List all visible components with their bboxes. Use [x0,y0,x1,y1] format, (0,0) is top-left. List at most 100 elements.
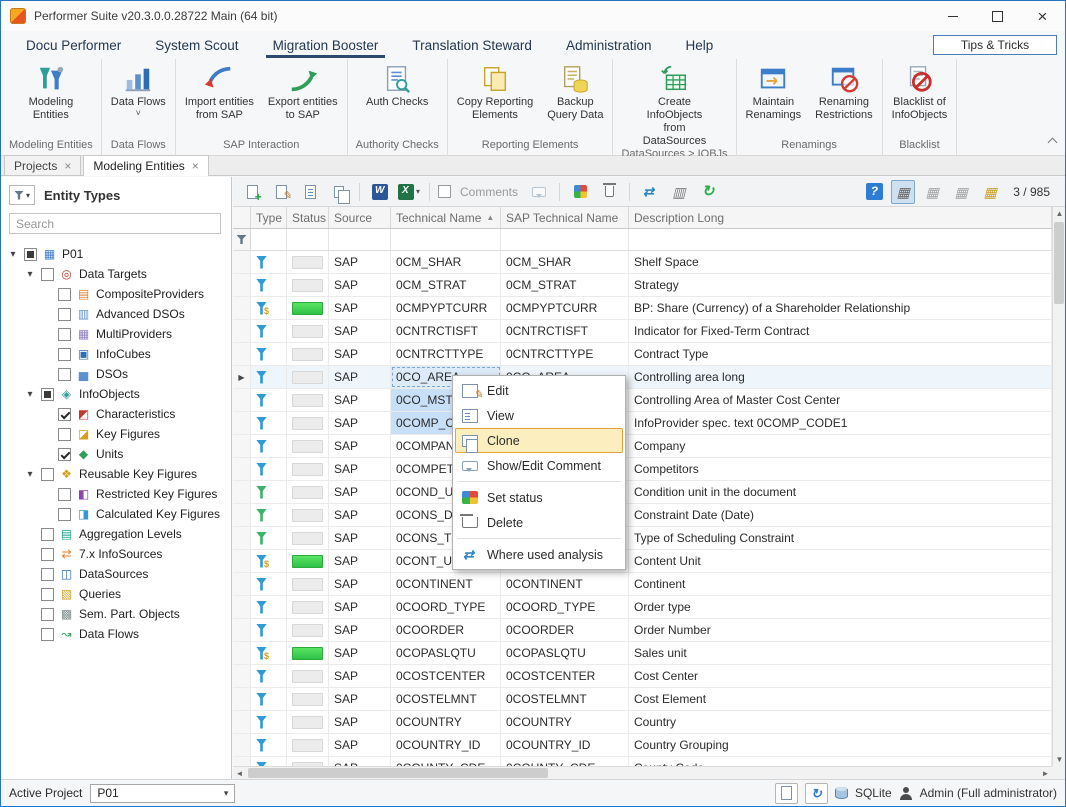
status-sync-button[interactable] [805,783,828,804]
active-project-select[interactable]: P01 ▾ [90,784,235,803]
ribbon-button-import-entities-from-sap[interactable]: Import entities from SAP [178,60,261,122]
expander-icon[interactable]: ▾ [24,389,36,400]
table-row[interactable]: SAP0COND_UNCondition unit in the documen… [233,481,1052,504]
scroll-up-icon[interactable]: ▲ [1053,207,1066,220]
layout-view-3-button[interactable] [949,180,973,204]
edit-button[interactable] [269,180,293,204]
ribbon-button-blacklist-of-infoobjects[interactable]: Blacklist of InfoObjects [885,60,955,122]
help-button[interactable] [862,180,886,204]
comment-button[interactable] [527,180,551,204]
table-row[interactable]: SAP0CONTINENT0CONTINENTContinent [233,573,1052,596]
table-row[interactable]: SAP0COUNTRY_ID0COUNTRY_IDCountry Groupin… [233,734,1052,757]
tree-node-data-flows[interactable]: Data Flows [1,624,231,644]
vertical-scroll-thumb[interactable] [1054,222,1064,304]
columns-button[interactable] [667,180,691,204]
ribbon-button-maintain-renamings[interactable]: Maintain Renamings [739,60,809,122]
where-used-button[interactable] [638,180,662,204]
scroll-down-icon[interactable]: ▼ [1053,753,1066,766]
delete-button[interactable] [597,180,621,204]
view-button[interactable] [298,180,322,204]
tree-node-units[interactable]: Units [1,444,231,464]
table-row[interactable]: SAP0COORDER0COORDEROrder Number [233,619,1052,642]
checkbox-unchecked[interactable] [58,428,71,441]
tree-node-data-targets[interactable]: ▾Data Targets [1,264,231,284]
checkbox-partial[interactable] [24,248,37,261]
checkbox-unchecked[interactable] [58,508,71,521]
horizontal-scroll-thumb[interactable] [248,768,548,778]
status-doc-button[interactable] [775,783,798,804]
table-row[interactable]: ▶SAP0CO_AREA0CO_AREAControlling area lon… [233,366,1052,389]
table-row[interactable]: SAP0COMPANYCompany [233,435,1052,458]
context-menu-item-clone[interactable]: Clone [455,428,623,453]
expander-icon[interactable]: ▾ [24,269,36,280]
table-row[interactable]: SAP0COUNTRY0COUNTRYCountry [233,711,1052,734]
checkbox-unchecked[interactable] [58,288,71,301]
menu-item-translation-steward[interactable]: Translation Steward [395,31,549,59]
context-menu-item-view[interactable]: View [455,403,623,428]
checkbox-unchecked[interactable] [41,268,54,281]
minimize-button[interactable] [930,1,975,31]
tree-node-restricted-key-figures[interactable]: Restricted Key Figures [1,484,231,504]
context-menu-item-show-edit-comment[interactable]: Show/Edit Comment [455,453,623,478]
menu-item-migration-booster[interactable]: Migration Booster [256,31,396,59]
checkbox-unchecked[interactable] [58,308,71,321]
tree-node-aggregation-levels[interactable]: Aggregation Levels [1,524,231,544]
ribbon-button-data-flows[interactable]: Data Flows˅ [104,60,173,118]
checkbox-unchecked[interactable] [41,548,54,561]
search-input[interactable] [9,213,221,234]
table-row[interactable]: $SAP0CMPYPTCURR0CMPYPTCURRBP: Share (Cur… [233,297,1052,320]
add-button[interactable] [240,180,264,204]
tree-node-calculated-key-figures[interactable]: Calculated Key Figures [1,504,231,524]
table-row[interactable]: SAP0COSTCENTER0COSTCENTERCost Center [233,665,1052,688]
maximize-button[interactable] [975,1,1020,31]
ribbon-button-renaming-restrictions[interactable]: Renaming Restrictions [808,60,879,122]
table-row[interactable]: SAP0CO_MSTControlling Area of Master Cos… [233,389,1052,412]
checkbox-unchecked[interactable] [58,328,71,341]
tree-node-key-figures[interactable]: Key Figures [1,424,231,444]
menu-item-system-scout[interactable]: System Scout [138,31,255,59]
column-header-sap-technical-name[interactable]: SAP Technical Name [501,207,629,228]
context-menu-item-set-status[interactable]: Set status [455,485,623,510]
expander-icon[interactable]: ▾ [24,469,36,480]
filter-cell[interactable] [287,229,329,250]
column-header-technical-name[interactable]: Technical Name▲ [391,207,501,228]
tree-node-characteristics[interactable]: Characteristics [1,404,231,424]
menu-item-administration[interactable]: Administration [549,31,669,59]
tree-node-reusable-key-figures[interactable]: ▾Reusable Key Figures [1,464,231,484]
checkbox-unchecked[interactable] [58,368,71,381]
checkbox-unchecked[interactable] [41,468,54,481]
context-menu-item-where-used-analysis[interactable]: Where used analysis [455,542,623,567]
word-export-button[interactable] [368,180,392,204]
expander-icon[interactable]: ▾ [7,249,19,260]
table-row[interactable]: SAP0CONS_DAConstraint Date (Date) [233,504,1052,527]
checkbox-unchecked[interactable] [41,628,54,641]
tree-node-queries[interactable]: Queries [1,584,231,604]
excel-export-button[interactable]: ▾ [397,180,421,204]
checkbox-checked[interactable] [58,448,71,461]
horizontal-scrollbar[interactable]: ◄ ► [233,766,1052,779]
tree-node-infoobjects[interactable]: ▾InfoObjects [1,384,231,404]
filter-cell[interactable] [391,229,501,250]
layout-edit-button[interactable] [978,180,1002,204]
filter-cell[interactable] [329,229,391,250]
tree-node-advanced-dsos[interactable]: Advanced DSOs [1,304,231,324]
filter-cell[interactable] [251,229,287,250]
comments-checkbox[interactable] [438,185,451,198]
clone-button[interactable] [327,180,351,204]
ribbon-button-create-infoobjects-from-datasources[interactable]: Create InfoObjects from DataSources [626,60,722,148]
ribbon-button-modeling-entities[interactable]: Modeling Entities [22,60,81,122]
table-row[interactable]: SAP0COORD_TYPE0COORD_TYPEOrder type [233,596,1052,619]
menu-item-docu-performer[interactable]: Docu Performer [9,31,138,59]
entity-filter-button[interactable]: ▾ [9,185,35,205]
layout-view-1-button[interactable] [891,180,915,204]
close-button[interactable] [1020,1,1065,31]
column-header-type[interactable]: Type [251,207,287,228]
checkbox-partial[interactable] [41,388,54,401]
ribbon-button-export-entities-to-sap[interactable]: Export entities to SAP [261,60,345,122]
column-header-source[interactable]: Source [329,207,391,228]
filter-cell[interactable] [501,229,629,250]
vertical-scrollbar[interactable]: ▲ ▼ [1052,207,1065,766]
ribbon-button-copy-reporting-elements[interactable]: Copy Reporting Elements [450,60,540,122]
checkbox-unchecked[interactable] [41,588,54,601]
menu-item-help[interactable]: Help [668,31,730,59]
